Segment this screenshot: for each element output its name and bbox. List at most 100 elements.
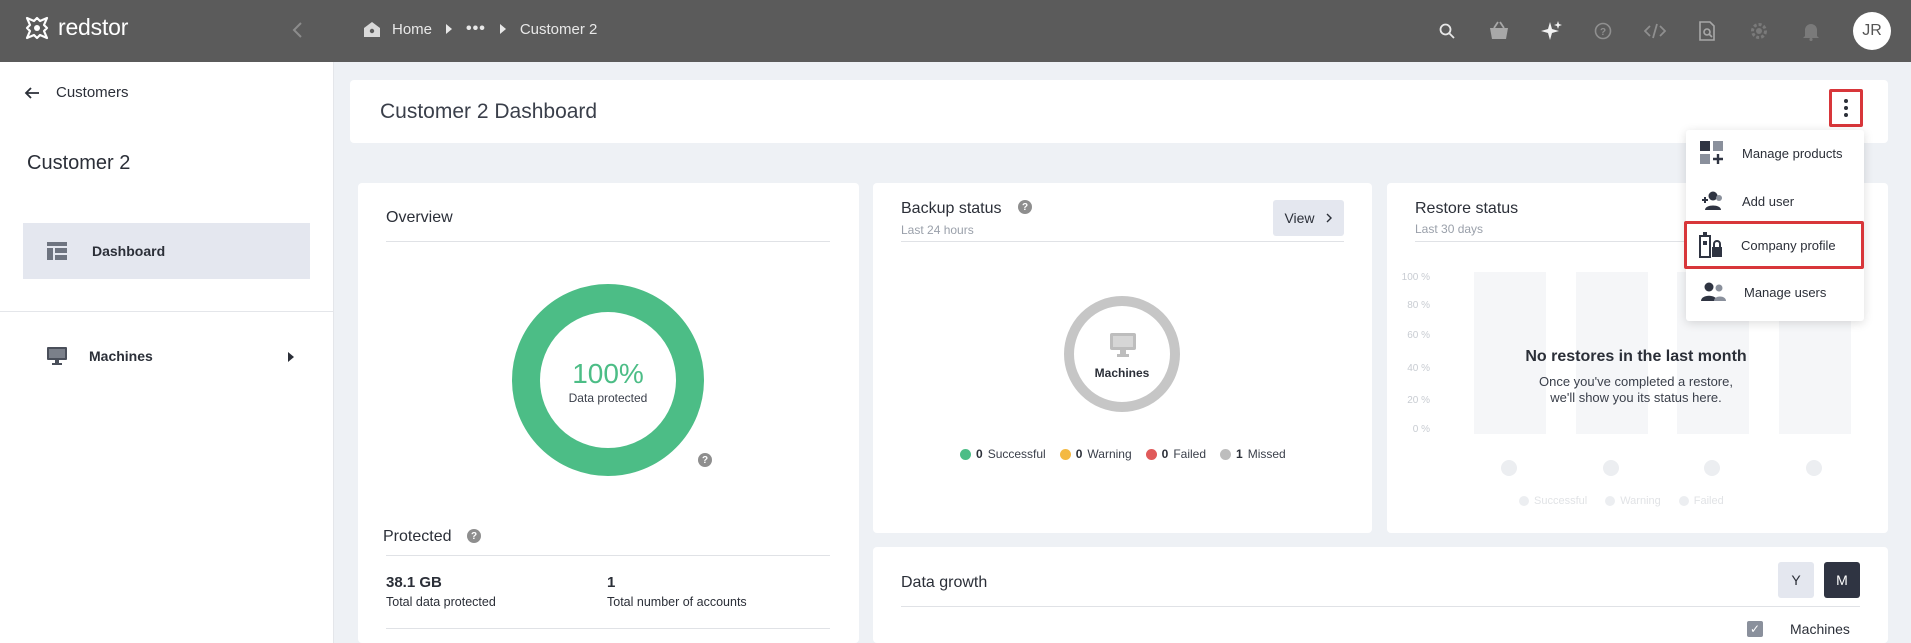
data-growth-title: Data growth — [901, 574, 988, 591]
back-to-customers-link[interactable]: Customers — [24, 84, 129, 101]
sidebar-item-machines[interactable]: Machines — [47, 347, 297, 365]
document-search-icon[interactable] — [1693, 17, 1721, 45]
stat-label: Total number of accounts — [607, 595, 747, 609]
breadcrumb: Home ••• Customer 2 — [362, 19, 597, 39]
backup-title: Backup status — [901, 200, 1002, 217]
data-growth-card — [873, 547, 1888, 643]
legend-count: 1 — [1236, 447, 1243, 461]
breadcrumb-current: Customer 2 — [519, 20, 598, 38]
y-tick: 0 % — [1412, 424, 1430, 435]
legend-dot — [1678, 496, 1689, 506]
expand-arrow-icon[interactable] — [288, 352, 294, 362]
restore-title: Restore status — [1415, 200, 1519, 217]
monitor-icon — [1110, 333, 1136, 357]
brand-logo[interactable]: redstor — [24, 14, 128, 41]
view-backup-button[interactable]: View — [1273, 200, 1344, 236]
breadcrumb-separator-icon — [499, 24, 506, 34]
help-icon[interactable]: ? — [467, 529, 481, 543]
help-icon[interactable]: ? — [1018, 200, 1032, 214]
status-dot — [1059, 448, 1071, 460]
stat-value: 1 — [607, 574, 616, 591]
legend-label: Missed — [1247, 447, 1286, 461]
monitor-icon — [47, 347, 67, 365]
menu-item-label: Company profile — [1741, 237, 1836, 253]
more-options-button[interactable] — [1829, 89, 1863, 127]
menu-item-manage-products[interactable]: Manage products — [1686, 131, 1864, 175]
restore-subtitle: Last 30 days — [1415, 222, 1484, 236]
options-dropdown-menu: Manage products Add user Company profile… — [1684, 130, 1864, 321]
top-bar: redstor Home ••• Customer 2 ? JR — [0, 0, 1911, 62]
protected-title: Protected — [383, 528, 452, 545]
backup-divider — [901, 241, 1344, 242]
menu-item-label: Manage users — [1744, 284, 1827, 300]
help-icon[interactable]: ? — [1589, 17, 1617, 45]
breadcrumb-home[interactable]: Home — [362, 19, 432, 39]
gear-icon[interactable] — [1745, 17, 1773, 45]
empty-state-line: we'll show you its status here. — [1550, 390, 1722, 405]
donut-percentage: 100% — [572, 358, 644, 389]
menu-item-manage-users[interactable]: Manage users — [1686, 270, 1864, 314]
sparkle-icon[interactable] — [1537, 17, 1565, 45]
legend-label: Successful — [987, 447, 1046, 461]
protected-divider — [386, 555, 830, 556]
view-label: View — [1284, 210, 1315, 226]
empty-state-title: No restores in the last month — [1525, 348, 1747, 365]
collapse-sidebar-icon[interactable] — [286, 18, 310, 42]
backup-legend: 0 Successful 0 Warning 0 Failed 1 Missed — [960, 447, 1286, 461]
breadcrumb-home-label: Home — [392, 20, 433, 38]
legend-dot — [1519, 496, 1529, 506]
overview-title: Overview — [386, 209, 453, 226]
sidebar-item-label: Dashboard — [92, 243, 166, 259]
month-toggle-button[interactable]: M — [1824, 562, 1860, 598]
data-growth-divider — [901, 606, 1860, 607]
svg-text:?: ? — [1600, 27, 1606, 38]
bell-icon[interactable] — [1797, 17, 1825, 45]
legend-item: Successful — [1519, 495, 1587, 507]
kebab-dot — [1844, 113, 1848, 117]
status-dot — [960, 448, 971, 460]
back-label: Customers — [56, 84, 129, 101]
grid-plus-icon — [1700, 141, 1723, 164]
sidebar-item-dashboard[interactable]: Dashboard — [23, 223, 310, 279]
sidebar-item-label: Machines — [89, 348, 153, 364]
y-tick: 60 % — [1407, 330, 1430, 341]
top-icons: ? JR — [1433, 12, 1891, 50]
basket-icon[interactable] — [1485, 17, 1513, 45]
menu-item-label: Manage products — [1742, 145, 1843, 161]
code-icon[interactable] — [1641, 17, 1669, 45]
y-tick: 80 % — [1407, 300, 1430, 311]
legend-label: Warning — [1087, 447, 1132, 461]
year-toggle-button[interactable]: Y — [1778, 562, 1814, 598]
help-icon[interactable]: ? — [698, 453, 712, 467]
legend-warning: 0 Warning — [1059, 447, 1132, 461]
building-lock-icon — [1699, 232, 1722, 258]
restore-legend: Successful Warning Failed — [1519, 495, 1724, 507]
empty-state-line: Once you've completed a restore, — [1539, 374, 1733, 389]
series-label: Machines — [1790, 621, 1850, 637]
users-icon — [1701, 282, 1726, 301]
menu-item-label: Add user — [1742, 193, 1795, 209]
legend-failed: 0 Failed — [1145, 447, 1206, 461]
menu-item-add-user[interactable]: Add user — [1686, 179, 1864, 223]
menu-item-company-profile[interactable]: Company profile — [1684, 221, 1864, 269]
chevron-right-icon — [1326, 213, 1332, 223]
legend-successful: 0 Successful — [960, 447, 1046, 461]
redstor-logo-icon — [25, 16, 49, 39]
machines-series-checkbox[interactable]: ✓ — [1747, 621, 1763, 637]
customer-name: Customer 2 — [27, 152, 131, 174]
search-icon[interactable] — [1433, 17, 1461, 45]
kebab-dot — [1844, 99, 1848, 103]
legend-count: 0 — [1075, 447, 1083, 461]
add-user-icon — [1702, 191, 1722, 210]
legend-item: Failed — [1678, 495, 1724, 507]
placeholder-dot — [1806, 460, 1822, 476]
sidebar: Customers Customer 2 Dashboard Machines — [0, 62, 334, 643]
donut-label: Data protected — [568, 391, 648, 405]
empty-state-message: Once you've completed a restore, we'll s… — [1386, 374, 1886, 406]
home-icon — [364, 22, 380, 37]
breadcrumb-ellipsis[interactable]: ••• — [466, 20, 486, 38]
legend-label: Successful — [1534, 495, 1588, 507]
status-dot — [1145, 448, 1157, 460]
user-avatar[interactable]: JR — [1853, 12, 1891, 50]
placeholder-dot — [1501, 460, 1517, 476]
